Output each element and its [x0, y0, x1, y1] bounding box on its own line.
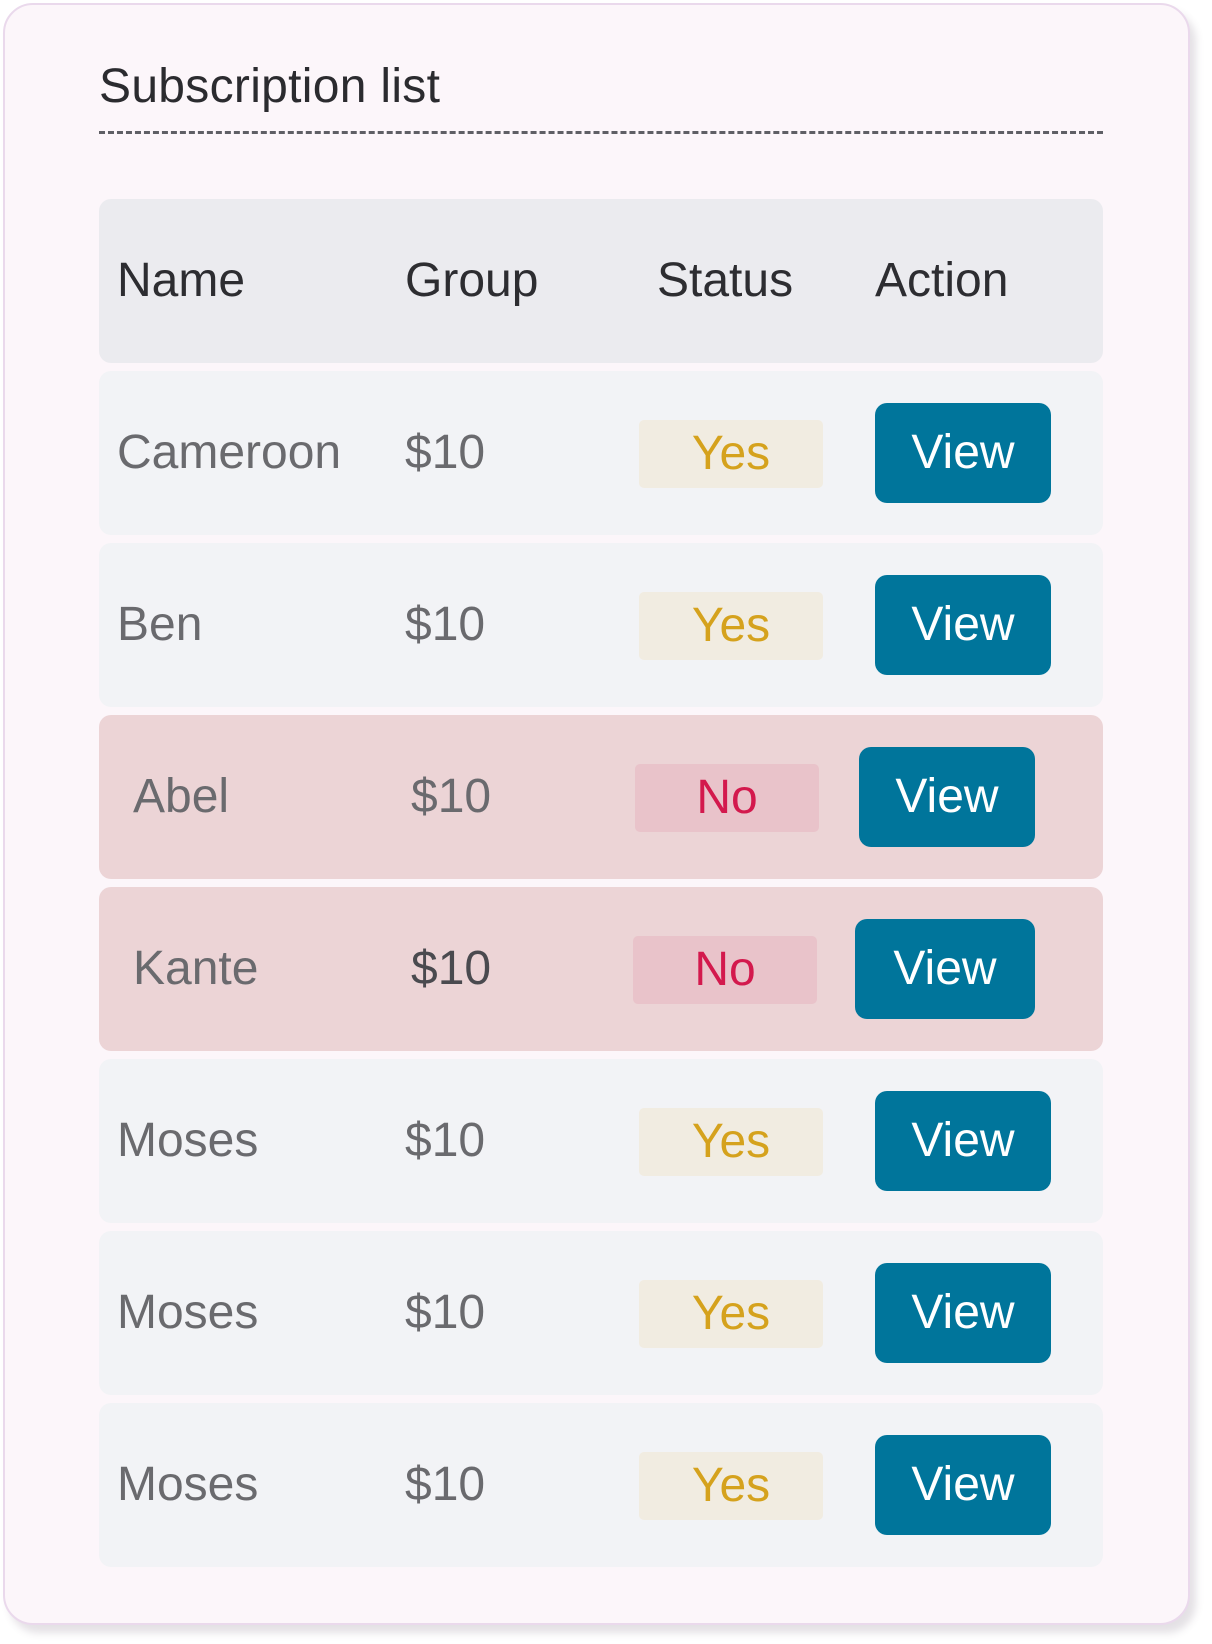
subscription-group: $10	[405, 1286, 486, 1339]
title-divider	[99, 131, 1103, 134]
status-badge: Yes	[639, 1280, 823, 1348]
table-row: Ben $10 Yes View	[99, 543, 1103, 707]
status-badge: No	[635, 764, 819, 832]
table-row: Cameroon $10 Yes View	[99, 371, 1103, 535]
status-badge: Yes	[639, 420, 823, 488]
subscriber-name: Cameroon	[117, 426, 342, 479]
subscription-group: $10	[405, 598, 486, 651]
view-button[interactable]: View	[875, 575, 1051, 675]
column-header-group: Group	[405, 254, 539, 307]
subscriber-name: Moses	[117, 1286, 259, 1339]
card-title: Subscription list	[99, 60, 441, 113]
view-button[interactable]: View	[875, 1435, 1051, 1535]
table-row: Abel $10 No View	[99, 715, 1103, 879]
status-badge: Yes	[639, 592, 823, 660]
subscriber-name: Moses	[117, 1458, 259, 1511]
view-button[interactable]: View	[859, 747, 1035, 847]
view-button[interactable]: View	[875, 1091, 1051, 1191]
subscriber-name: Abel	[133, 770, 230, 823]
table-header: Name Group Status Action	[99, 199, 1103, 363]
subscriber-name: Moses	[117, 1114, 259, 1167]
view-button[interactable]: View	[875, 1263, 1051, 1363]
subscription-group: $10	[405, 426, 486, 479]
subscription-group: $10	[411, 942, 492, 995]
table-row: Moses $10 Yes View	[99, 1231, 1103, 1395]
subscriber-name: Kante	[133, 942, 259, 995]
column-header-action: Action	[875, 254, 1009, 307]
status-badge: Yes	[639, 1108, 823, 1176]
subscription-card: Subscription list Name Group Status Acti…	[3, 3, 1190, 1625]
view-button[interactable]: View	[855, 919, 1035, 1019]
subscription-group: $10	[405, 1458, 486, 1511]
table-row: Moses $10 Yes View	[99, 1059, 1103, 1223]
table-row: Moses $10 Yes View	[99, 1403, 1103, 1567]
view-button[interactable]: View	[875, 403, 1051, 503]
status-badge: No	[633, 936, 817, 1004]
status-badge: Yes	[639, 1452, 823, 1520]
subscription-group: $10	[411, 770, 492, 823]
subscriber-name: Ben	[117, 598, 203, 651]
column-header-name: Name	[117, 254, 246, 307]
table-row: Kante $10 No View	[99, 887, 1103, 1051]
column-header-status: Status	[657, 254, 794, 307]
subscription-group: $10	[405, 1114, 486, 1167]
